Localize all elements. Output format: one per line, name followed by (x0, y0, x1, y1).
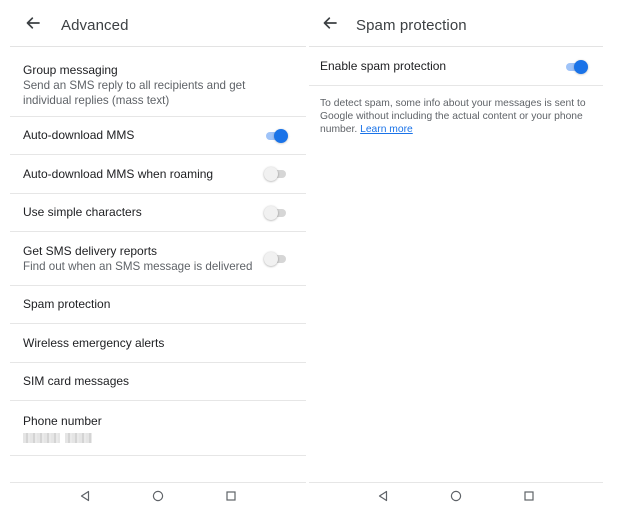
back-button[interactable] (11, 4, 55, 47)
setting-title: Group messaging (23, 63, 118, 77)
nav-recents-icon (225, 489, 237, 507)
setting-title: Auto-download MMS when roaming (23, 166, 214, 181)
delivery-reports-toggle[interactable] (264, 251, 288, 267)
setting-title: Use simple characters (23, 205, 142, 219)
settings-list: Group messaging Send an SMS reply to all… (10, 48, 306, 456)
back-button[interactable] (308, 4, 352, 47)
nav-back-icon (377, 489, 389, 507)
setting-sim-card-messages[interactable]: SIM card messages (10, 363, 306, 401)
setting-auto-download-mms[interactable]: Auto-download MMS (10, 117, 306, 155)
spam-app-bar: Spam protection (309, 4, 603, 47)
setting-wireless-alerts[interactable]: Wireless emergency alerts (10, 324, 306, 363)
setting-enable-spam-protection[interactable]: Enable spam protection (309, 48, 603, 86)
page-title: Advanced (61, 16, 129, 34)
nav-home-button[interactable] (143, 486, 173, 510)
nav-home-icon (450, 489, 462, 507)
phone-number-redacted (23, 433, 306, 443)
nav-back-button[interactable] (70, 486, 100, 510)
settings-list: Enable spam protection (309, 48, 603, 86)
nav-home-button[interactable] (441, 486, 471, 510)
arrow-back-icon (26, 16, 40, 34)
setting-group-messaging[interactable]: Group messaging Send an SMS reply to all… (10, 48, 306, 117)
setting-auto-download-roaming[interactable]: Auto-download MMS when roaming (10, 155, 306, 194)
setting-phone-number[interactable]: Phone number (10, 401, 306, 456)
advanced-app-bar: Advanced (10, 4, 306, 47)
setting-title: Phone number (23, 414, 102, 428)
advanced-screen: Advanced Group messaging Send an SMS rep… (10, 4, 306, 512)
nav-recents-icon (523, 489, 535, 507)
setting-delivery-reports[interactable]: Get SMS delivery reports Find out when a… (10, 232, 306, 286)
auto-download-mms-toggle[interactable] (264, 128, 288, 144)
spam-protection-screen: Spam protection Enable spam protection T… (309, 4, 603, 512)
setting-title: Auto-download MMS (23, 128, 135, 142)
setting-title: Wireless emergency alerts (23, 335, 165, 350)
setting-title: Spam protection (23, 297, 111, 311)
setting-subtitle: Send an SMS reply to all recipients and … (23, 79, 246, 107)
learn-more-link[interactable]: Learn more (360, 124, 413, 135)
setting-title: Enable spam protection (320, 59, 447, 73)
spam-info-text: To detect spam, some info about your mes… (320, 97, 593, 136)
setting-simple-characters[interactable]: Use simple characters (10, 194, 306, 232)
system-nav-bar (10, 482, 306, 512)
nav-back-icon (79, 489, 91, 507)
nav-recents-button[interactable] (514, 486, 544, 510)
system-nav-bar (309, 482, 603, 512)
page-title: Spam protection (356, 16, 467, 34)
enable-spam-protection-toggle[interactable] (564, 59, 588, 75)
auto-download-roaming-toggle[interactable] (264, 166, 288, 182)
simple-characters-toggle[interactable] (264, 205, 288, 221)
arrow-back-icon (323, 16, 337, 34)
nav-home-icon (152, 489, 164, 507)
setting-title: SIM card messages (23, 374, 130, 388)
nav-back-button[interactable] (368, 486, 398, 510)
setting-spam-protection[interactable]: Spam protection (10, 286, 306, 324)
nav-recents-button[interactable] (216, 486, 246, 510)
